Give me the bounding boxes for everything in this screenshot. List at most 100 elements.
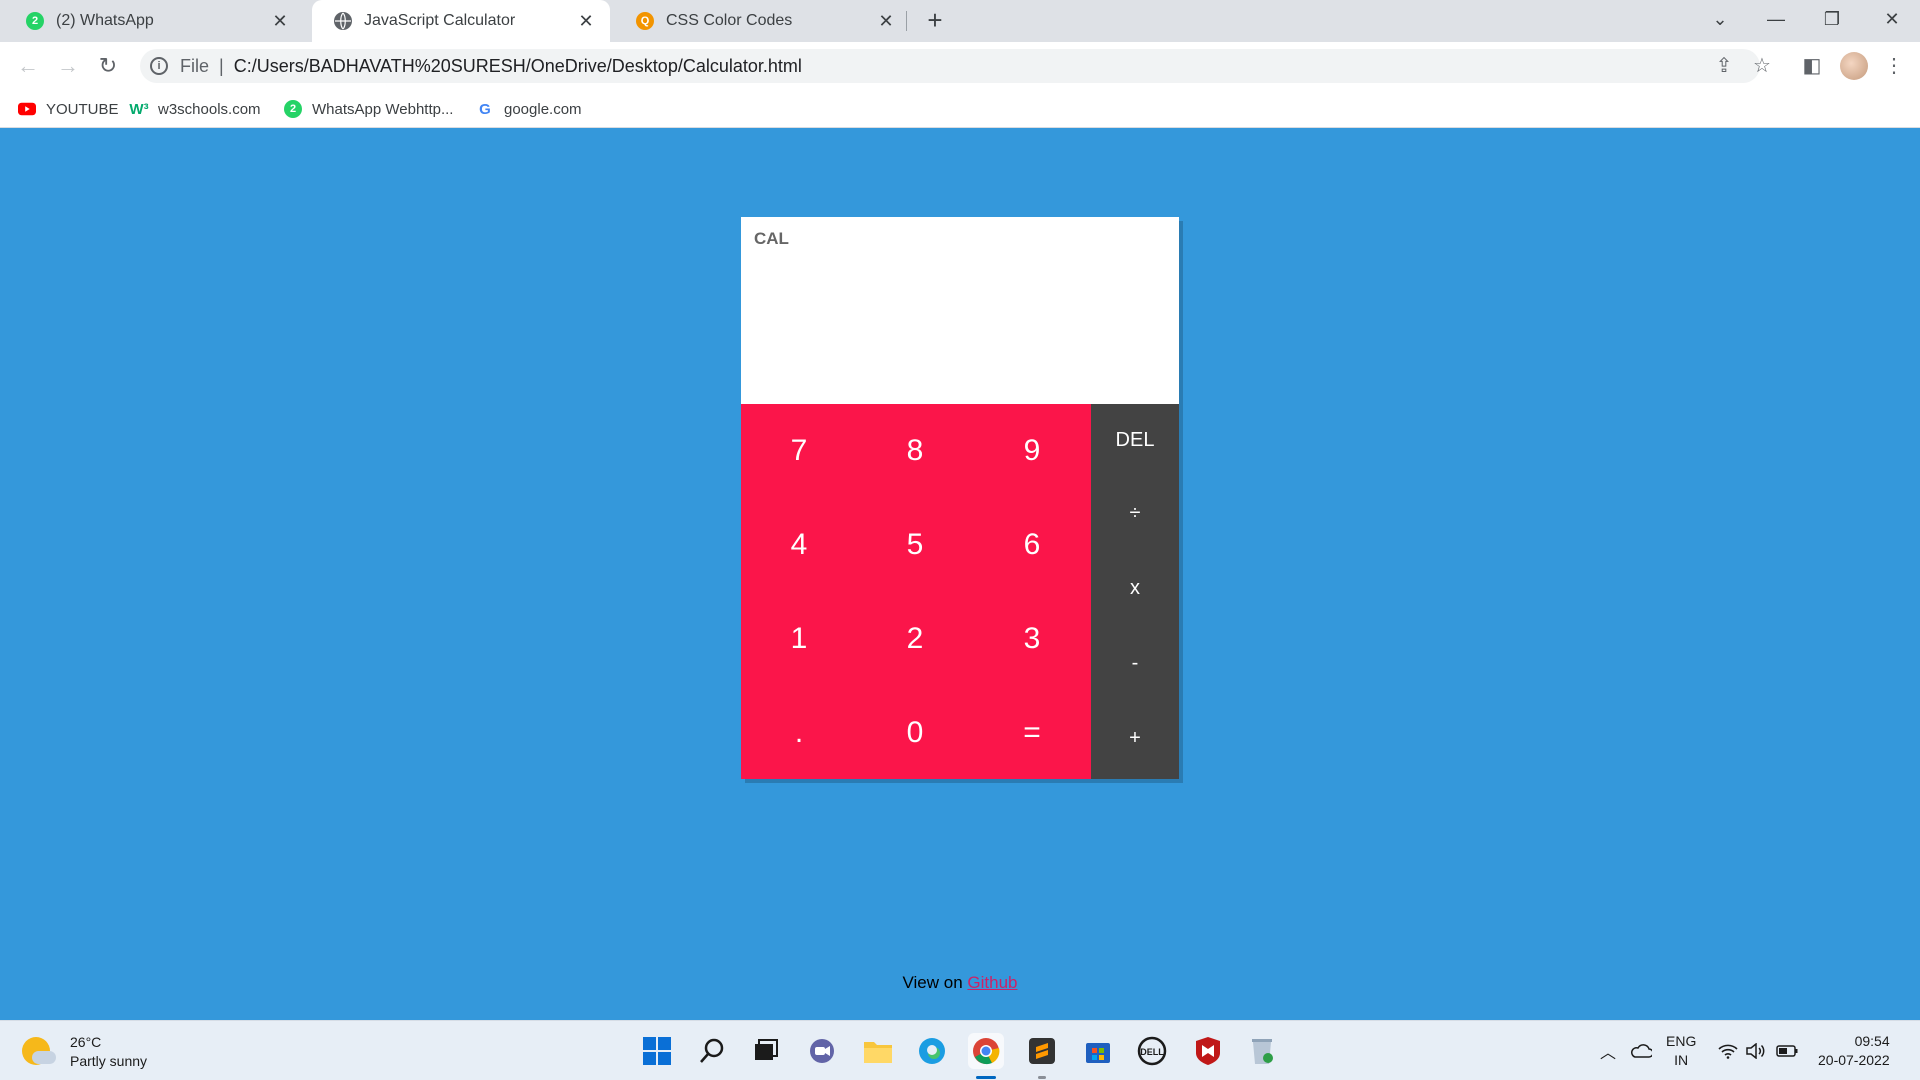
file-explorer-icon[interactable] (860, 1033, 896, 1069)
menu-icon[interactable]: ⋮ (1878, 50, 1910, 82)
language-region: IN (1674, 1052, 1689, 1068)
close-window-button[interactable]: ✕ (1864, 0, 1920, 38)
wifi-icon[interactable] (1718, 1021, 1738, 1080)
address-url: C:/Users/BADHAVATH%20SURESH/OneDrive/Des… (233, 55, 802, 76)
new-tab-button[interactable]: + (920, 5, 950, 35)
chrome-active-indicator (976, 1076, 996, 1079)
sublime-text-icon[interactable] (1024, 1033, 1060, 1069)
battery-icon[interactable] (1776, 1021, 1798, 1080)
minimize-button[interactable]: — (1748, 0, 1804, 38)
youtube-icon (18, 100, 36, 118)
globe-icon (334, 12, 352, 30)
footer-text: View on (902, 973, 963, 992)
taskbar: 26°C Partly sunny DELL ︿ ENG IN 09:54 20… (0, 1020, 1920, 1080)
footer: View on Github (0, 973, 1920, 993)
bookmark-youtube[interactable]: YOUTUBE (18, 90, 119, 128)
forward-button[interactable]: → (52, 50, 84, 82)
close-tab-icon[interactable]: ✕ (576, 11, 596, 32)
share-icon[interactable]: ⇪ (1708, 50, 1740, 82)
calculator: CAL 7 8 9 4 5 6 1 2 3 . 0 = DEL ÷ x - + (741, 217, 1179, 779)
whatsapp-icon: 2 (26, 12, 44, 30)
key-decimal[interactable]: . (741, 686, 857, 780)
chrome-icon[interactable] (968, 1033, 1004, 1069)
w3schools-icon: W³ (129, 100, 149, 118)
info-icon[interactable]: i (150, 57, 168, 75)
calculator-display: CAL (741, 217, 1179, 404)
close-tab-icon[interactable]: ✕ (876, 11, 896, 32)
edge-icon[interactable] (914, 1033, 950, 1069)
address-bar[interactable]: i File | C:/Users/BADHAVATH%20SURESH/One… (140, 49, 1760, 83)
restore-button[interactable]: ❐ (1804, 0, 1860, 38)
subtract-button[interactable]: - (1091, 626, 1179, 700)
reload-button[interactable]: ↻ (92, 50, 124, 82)
bookmark-label: WhatsApp Webhttp... (312, 100, 454, 118)
recycle-bin-icon[interactable] (1244, 1033, 1280, 1069)
teams-chat-icon[interactable] (804, 1033, 840, 1069)
key-equals[interactable]: = (974, 686, 1090, 780)
search-icon[interactable] (694, 1033, 730, 1069)
show-hidden-icons[interactable]: ︿ (1600, 1021, 1616, 1080)
weather-condition: Partly sunny (70, 1053, 148, 1069)
tab-whatsapp[interactable]: 2 (2) WhatsApp ✕ (4, 0, 304, 42)
calculator-title: CAL (754, 229, 789, 248)
bookmark-w3schools[interactable]: W³ w3schools.com (129, 90, 261, 128)
google-icon: G (479, 100, 491, 118)
tab-separator (906, 11, 907, 31)
volume-icon[interactable] (1746, 1021, 1766, 1080)
onedrive-icon[interactable] (1630, 1021, 1652, 1080)
close-tab-icon[interactable]: ✕ (270, 11, 290, 32)
tab-title: (2) WhatsApp (56, 12, 154, 29)
side-panel-icon[interactable]: ◧ (1796, 50, 1828, 82)
delete-button[interactable]: DEL (1091, 404, 1179, 476)
back-button[interactable]: ← (12, 50, 44, 82)
clock[interactable]: 09:54 20-07-2022 (1818, 1021, 1890, 1080)
bookmark-label: w3schools.com (158, 100, 261, 118)
browser-toolbar: ← → ↻ i File | C:/Users/BADHAVATH%20SURE… (0, 42, 1920, 90)
number-pad: 7 8 9 4 5 6 1 2 3 . 0 = (741, 404, 1091, 779)
key-6[interactable]: 6 (974, 498, 1090, 592)
key-3[interactable]: 3 (974, 592, 1090, 686)
key-0[interactable]: 0 (857, 686, 973, 780)
mcafee-icon[interactable] (1190, 1033, 1226, 1069)
operator-column: DEL ÷ x - + (1091, 404, 1179, 779)
address-divider: | (219, 55, 224, 76)
bookmarks-bar: YOUTUBE W³ w3schools.com 2 WhatsApp Webh… (0, 90, 1920, 128)
dell-icon[interactable]: DELL (1134, 1033, 1170, 1069)
github-link[interactable]: Github (967, 973, 1017, 992)
start-icon[interactable] (639, 1033, 675, 1069)
tab-title: CSS Color Codes (666, 12, 793, 29)
key-7[interactable]: 7 (741, 404, 857, 498)
bookmark-google[interactable]: G google.com (476, 90, 582, 128)
tab-javascript-calculator[interactable]: JavaScript Calculator ✕ (312, 0, 610, 42)
clock-date: 20-07-2022 (1818, 1052, 1890, 1068)
divide-button[interactable]: ÷ (1091, 476, 1179, 550)
bookmark-star-icon[interactable]: ☆ (1746, 50, 1778, 82)
svg-text:DELL: DELL (1140, 1047, 1164, 1057)
tab-css-color-codes[interactable]: Q CSS Color Codes ✕ (614, 0, 910, 42)
key-9[interactable]: 9 (974, 404, 1090, 498)
key-8[interactable]: 8 (857, 404, 973, 498)
add-button[interactable]: + (1091, 701, 1179, 775)
bookmark-whatsapp-web[interactable]: 2 WhatsApp Webhttp... (284, 90, 453, 128)
key-1[interactable]: 1 (741, 592, 857, 686)
multiply-button[interactable]: x (1091, 551, 1179, 625)
tab-strip: 2 (2) WhatsApp ✕ JavaScript Calculator ✕… (0, 0, 1920, 42)
bookmark-label: google.com (504, 100, 582, 118)
microsoft-store-icon[interactable] (1080, 1033, 1116, 1069)
sublime-running-indicator (1038, 1076, 1046, 1079)
search-orange-icon: Q (636, 12, 654, 30)
language-code: ENG (1666, 1033, 1697, 1049)
language-indicator[interactable]: ENG IN (1666, 1021, 1696, 1080)
key-4[interactable]: 4 (741, 498, 857, 592)
task-view-icon[interactable] (748, 1033, 784, 1069)
address-scheme: File (180, 55, 210, 76)
tab-title: JavaScript Calculator (364, 12, 516, 29)
tab-search-icon[interactable]: ⌄ (1692, 0, 1748, 38)
partly-sunny-icon (22, 1037, 56, 1067)
key-2[interactable]: 2 (857, 592, 973, 686)
key-5[interactable]: 5 (857, 498, 973, 592)
profile-avatar[interactable] (1840, 52, 1868, 80)
weather-temp: 26°C (70, 1034, 102, 1050)
whatsapp-icon: 2 (284, 100, 302, 118)
weather-widget[interactable]: 26°C Partly sunny (22, 1033, 147, 1071)
